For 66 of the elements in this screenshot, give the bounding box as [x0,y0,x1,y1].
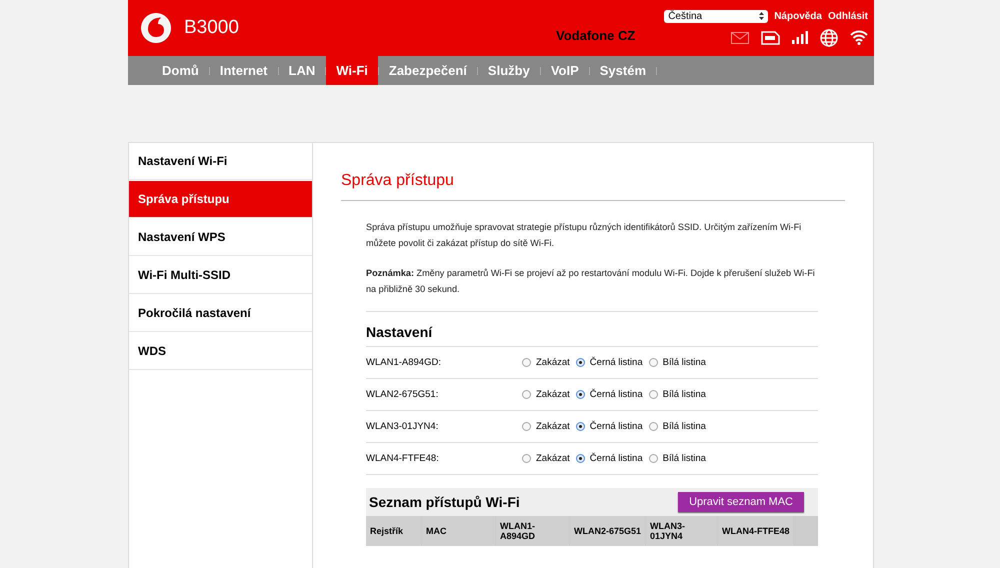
column-header: Rejstřík [366,516,421,546]
radio-button[interactable] [648,390,658,399]
nav-tab[interactable]: LAN [278,56,326,85]
radio-label: Bílá listina [662,421,706,432]
radio-label: Černá listina [590,453,643,464]
radio-button[interactable] [648,454,658,463]
sidebar-item[interactable]: Nastavení WPS [129,219,312,256]
list-title: Seznam přístupů Wi-Fi [369,494,520,510]
nav-tab[interactable]: Wi-Fi [326,56,378,85]
radio-button[interactable] [576,358,585,367]
radio-label: Bílá listina [662,357,706,368]
description-text: Správa přístupu umožňuje spravovat strategie přístupu různých identifikátorů SSID. Určitým zařízením Wi-Fi můžete povolit či zakázat přístup do sítě Wi-Fi. [366,221,802,250]
column-header: WLAN3-01JYN4 [646,516,717,546]
radio-button[interactable] [648,422,658,431]
radio-label: Bílá listina [662,389,706,400]
radio-button[interactable] [576,454,585,463]
radio-label: Zakázat [536,453,570,464]
radio-label: Zakázat [536,357,570,368]
radio-label: Černá listina [590,421,643,432]
globe-icon[interactable] [820,28,838,46]
sidebar-item[interactable]: WDS [129,333,312,370]
ssid-label: WLAN4-FTFE48: [366,453,440,464]
column-header: WLAN2-675G51 [570,516,645,546]
radio-button[interactable] [522,390,531,399]
radio-label: Zakázat [536,389,570,400]
nav-tab[interactable]: Domů [152,56,209,85]
sidebar-item[interactable]: Wi-Fi Multi-SSID [129,257,312,294]
radio-button[interactable] [522,358,531,367]
radio-button[interactable] [576,422,585,431]
nav-tab[interactable]: Zabezpečení [378,56,477,85]
radio-label: Černá listina [590,357,643,368]
signal-icon[interactable] [792,31,808,44]
language-select[interactable]: Čeština [664,10,768,22]
radio-label: Bílá listina [662,453,706,464]
radio-label: Zakázat [536,421,570,432]
page-title: Správa přístupu [341,172,845,201]
brand-name: B3000 [184,17,239,39]
nav-tab[interactable]: Internet [210,56,278,85]
section-title: Nastavení [366,311,818,347]
ssid-label: WLAN2-675G51: [366,389,440,400]
radio-label: Černá listina [590,389,643,400]
ssid-label: WLAN1-A894GD: [366,357,442,368]
sidebar-item[interactable]: Pokročilá nastavení [129,295,312,332]
nav-tab[interactable]: Služby [478,56,540,85]
column-header: WLAN1-A894GD [496,516,569,546]
column-header: MAC [422,516,495,546]
sidebar-item[interactable]: Nastavení Wi-Fi [129,143,312,180]
radio-button[interactable] [522,422,531,431]
edit-mac-list-button[interactable]: Upravit seznam MAC [678,492,804,512]
envelope-icon[interactable] [731,32,749,44]
logo-icon [140,12,172,44]
wifi-icon[interactable] [850,30,868,45]
caret-icon [759,12,764,20]
ssid-label: WLAN3-01JYN4: [366,421,440,432]
operator-name: Vodafone CZ [556,28,636,43]
nav-tab[interactable]: Systém [590,56,656,85]
header-link[interactable]: Nápověda [774,10,822,22]
nav-tab[interactable]: VoIP [540,56,589,85]
note-text: Poznámka: Změny parametrů Wi-Fi se projeví až po restartování modulu Wi-Fi. Dojde k přerušení služeb Wi-Fi na přibližně 30 sekund. [366,267,816,296]
radio-button[interactable] [576,390,585,399]
sidebar-item[interactable]: Správa přístupu [129,181,312,218]
sim-card-icon[interactable] [761,30,780,44]
header-link[interactable]: Odhlásit [828,10,868,22]
column-header: WLAN4-FTFE48 [718,516,793,546]
radio-button[interactable] [522,454,531,463]
radio-button[interactable] [648,358,658,367]
